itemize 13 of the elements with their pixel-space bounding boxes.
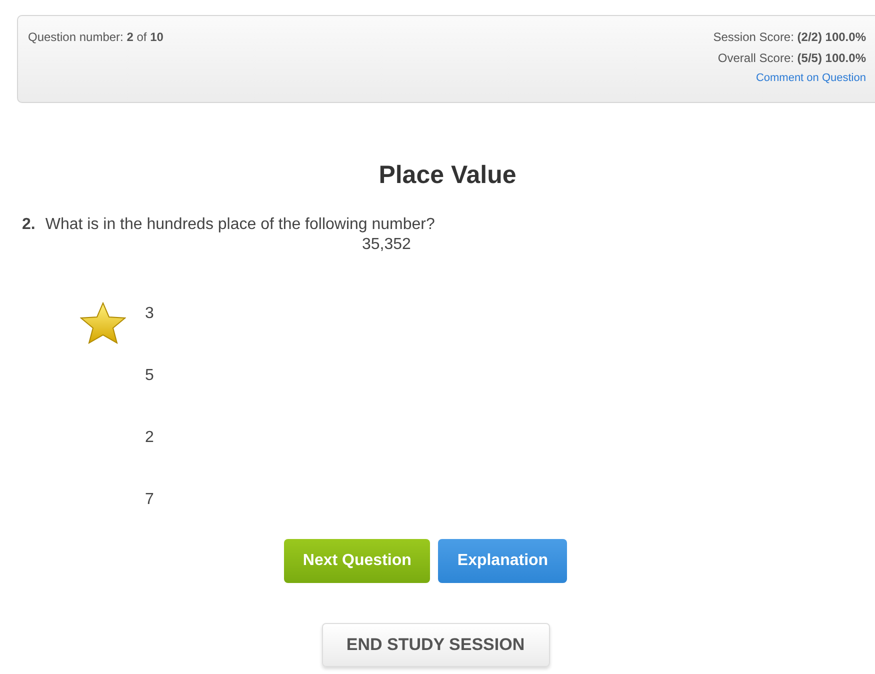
comment-link[interactable]: Comment on Question xyxy=(756,72,866,84)
question-number-value: 35,352 xyxy=(361,236,412,254)
session-score: Session Score: (2/2) 100.0% xyxy=(713,30,866,44)
question-index: 2. xyxy=(22,216,36,234)
question-text: What is in the hundreds place of the following number? xyxy=(45,216,435,234)
quiz-title: Place Value xyxy=(378,161,518,190)
question-number: Question number: 2 of 10 xyxy=(28,30,164,46)
answer-option[interactable]: 2 xyxy=(145,429,154,449)
answer-option[interactable]: 3 xyxy=(145,305,154,325)
answer-option[interactable]: 7 xyxy=(145,491,154,511)
overall-score: Overall Score: (5/5) 100.0% xyxy=(718,51,866,65)
answer-option[interactable]: 5 xyxy=(145,367,154,387)
end-session-button[interactable]: END STUDY SESSION xyxy=(322,623,550,667)
